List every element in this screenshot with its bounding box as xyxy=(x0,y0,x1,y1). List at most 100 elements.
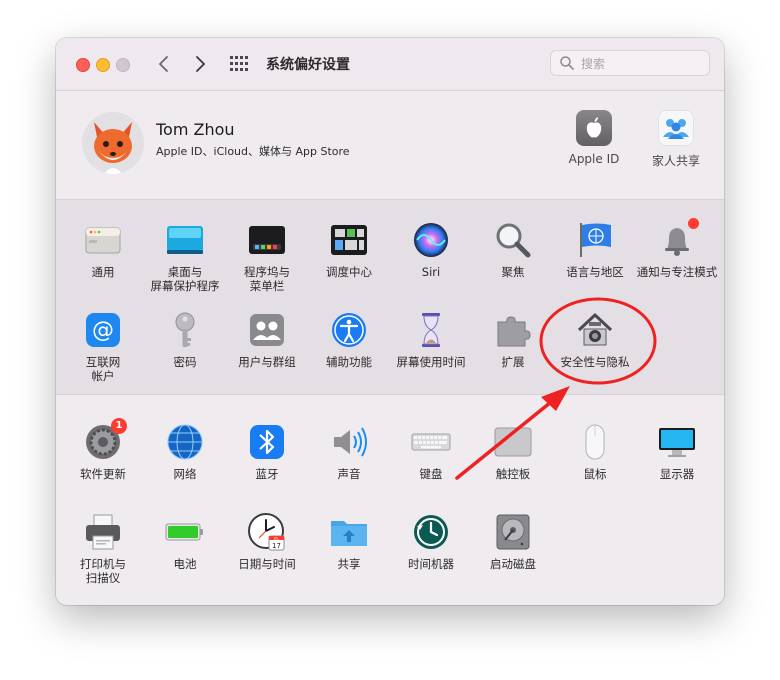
pane-mouse[interactable]: 鼠标 xyxy=(554,422,636,481)
pane-printers-scanners[interactable]: 打印机与 扫描仪 xyxy=(62,512,144,585)
pane-keyboard[interactable]: 键盘 xyxy=(390,422,472,481)
accessibility-icon xyxy=(329,310,369,350)
pane-label: 网络 xyxy=(173,467,197,481)
pane-label: 鼠标 xyxy=(583,467,607,481)
pane-siri[interactable]: Siri xyxy=(390,220,472,279)
pane-label: 屏幕使用时间 xyxy=(396,355,466,369)
speaker-icon xyxy=(329,422,369,462)
apple-id-label: Apple ID xyxy=(568,152,620,166)
pane-notifications-focus[interactable]: 通知与专注模式 xyxy=(636,218,718,279)
pane-label: 共享 xyxy=(337,557,361,571)
grid-icon xyxy=(230,56,248,71)
pane-label: 安全性与隐私 xyxy=(560,355,630,369)
pane-desktop-screensaver[interactable]: 桌面与 屏幕保护程序 xyxy=(144,220,226,293)
search-field[interactable]: 搜索 xyxy=(550,50,710,76)
printer-icon xyxy=(83,512,123,552)
hourglass-icon xyxy=(411,310,451,350)
family-sharing-button[interactable]: 家人共享 xyxy=(641,110,711,169)
user-name[interactable]: Tom Zhou xyxy=(156,120,235,139)
pane-label: 通用 xyxy=(91,265,115,279)
pane-extensions[interactable]: 扩展 xyxy=(472,310,554,369)
trackpad-icon xyxy=(493,422,533,462)
globe-icon xyxy=(165,422,205,462)
pane-internet-accounts[interactable]: @ 互联网 帐户 xyxy=(62,310,144,383)
pane-screen-time[interactable]: 屏幕使用时间 xyxy=(390,310,472,369)
pane-label: 打印机与 扫描仪 xyxy=(80,557,126,585)
pane-label: 扩展 xyxy=(501,355,525,369)
user-avatar[interactable] xyxy=(82,112,144,174)
pane-label: 软件更新 xyxy=(80,467,126,481)
pane-label: 触控板 xyxy=(495,467,531,481)
pane-label: 键盘 xyxy=(419,467,443,481)
chevron-right-icon xyxy=(196,56,205,72)
apple-logo-icon xyxy=(576,110,612,146)
at-icon: @ xyxy=(83,310,123,350)
svg-text:@: @ xyxy=(92,318,114,343)
close-button[interactable] xyxy=(76,58,90,72)
pane-date-time[interactable]: JUL 17 日期与时间 xyxy=(226,512,308,571)
pane-label: 密码 xyxy=(173,355,197,369)
mouse-icon xyxy=(575,422,615,462)
pane-label: 启动磁盘 xyxy=(490,557,536,571)
pane-label: 辅助功能 xyxy=(326,355,372,369)
fox-memoji-icon xyxy=(94,122,132,174)
folder-share-icon xyxy=(329,512,369,552)
back-button[interactable] xyxy=(152,52,176,76)
pane-label: 显示器 xyxy=(659,467,695,481)
pane-bluetooth[interactable]: 蓝牙 xyxy=(226,422,308,481)
pane-startup-disk[interactable]: 启动磁盘 xyxy=(472,512,554,571)
spotlight-icon xyxy=(493,220,533,260)
pane-accessibility[interactable]: 辅助功能 xyxy=(308,310,390,369)
minimize-button[interactable] xyxy=(96,58,110,72)
user-subtitle: Apple ID、iCloud、媒体与 App Store xyxy=(156,145,350,158)
mission-control-icon xyxy=(329,220,369,260)
siri-icon xyxy=(411,220,451,260)
family-icon xyxy=(658,110,694,146)
update-count-badge: 1 xyxy=(111,418,127,434)
pane-network[interactable]: 网络 xyxy=(144,422,226,481)
pane-general[interactable]: 通用 xyxy=(62,220,144,279)
users-icon xyxy=(247,310,287,350)
system-preferences-window: 系统偏好设置 搜索 Tom Zhou Apple ID、iCloud、媒体与 A… xyxy=(56,38,724,605)
time-machine-icon xyxy=(411,512,451,552)
pane-label: 程序坞与 菜单栏 xyxy=(244,265,290,293)
pane-spotlight[interactable]: 聚焦 xyxy=(472,220,554,279)
pane-sound[interactable]: 声音 xyxy=(308,422,390,481)
general-icon xyxy=(83,220,123,260)
key-icon xyxy=(165,310,205,350)
battery-icon xyxy=(165,512,205,552)
pane-battery[interactable]: 电池 xyxy=(144,512,226,571)
pane-label: 通知与专注模式 xyxy=(636,265,718,279)
window-title: 系统偏好设置 xyxy=(266,57,350,73)
pane-security-privacy[interactable]: 安全性与隐私 xyxy=(554,310,636,369)
show-all-grid-button[interactable] xyxy=(230,56,248,72)
pane-mission-control[interactable]: 调度中心 xyxy=(308,220,390,279)
pane-label: 蓝牙 xyxy=(255,467,279,481)
calendar-day: 17 xyxy=(272,542,281,550)
pane-label: 桌面与 屏幕保护程序 xyxy=(150,265,220,293)
gear-icon: 1 xyxy=(83,418,127,462)
dock-icon xyxy=(247,220,287,260)
pane-trackpad[interactable]: 触控板 xyxy=(472,422,554,481)
pane-language-region[interactable]: 语言与地区 xyxy=(554,220,636,279)
pane-time-machine[interactable]: 时间机器 xyxy=(390,512,472,571)
pane-passwords[interactable]: 密码 xyxy=(144,310,226,369)
family-sharing-label: 家人共享 xyxy=(651,154,700,168)
calendar-month: JUL xyxy=(273,536,279,540)
clock-icon: JUL 17 xyxy=(247,512,287,552)
pane-software-update[interactable]: 1 软件更新 xyxy=(62,418,144,481)
language-flag-icon xyxy=(575,220,615,260)
forward-button[interactable] xyxy=(188,52,212,76)
pane-label: 日期与时间 xyxy=(238,557,296,571)
apple-id-button[interactable]: Apple ID xyxy=(559,110,629,166)
notification-dot xyxy=(688,218,699,229)
pane-users-groups[interactable]: 用户与群组 xyxy=(226,310,308,369)
title-bar: 系统偏好设置 搜索 xyxy=(56,38,724,90)
pane-dock-menubar[interactable]: 程序坞与 菜单栏 xyxy=(226,220,308,293)
pane-label: Siri xyxy=(421,265,441,279)
zoom-button[interactable] xyxy=(116,58,130,72)
pane-sharing[interactable]: 共享 xyxy=(308,512,390,571)
chevron-left-icon xyxy=(159,56,168,72)
pane-displays[interactable]: 显示器 xyxy=(636,422,718,481)
puzzle-icon xyxy=(493,310,533,350)
